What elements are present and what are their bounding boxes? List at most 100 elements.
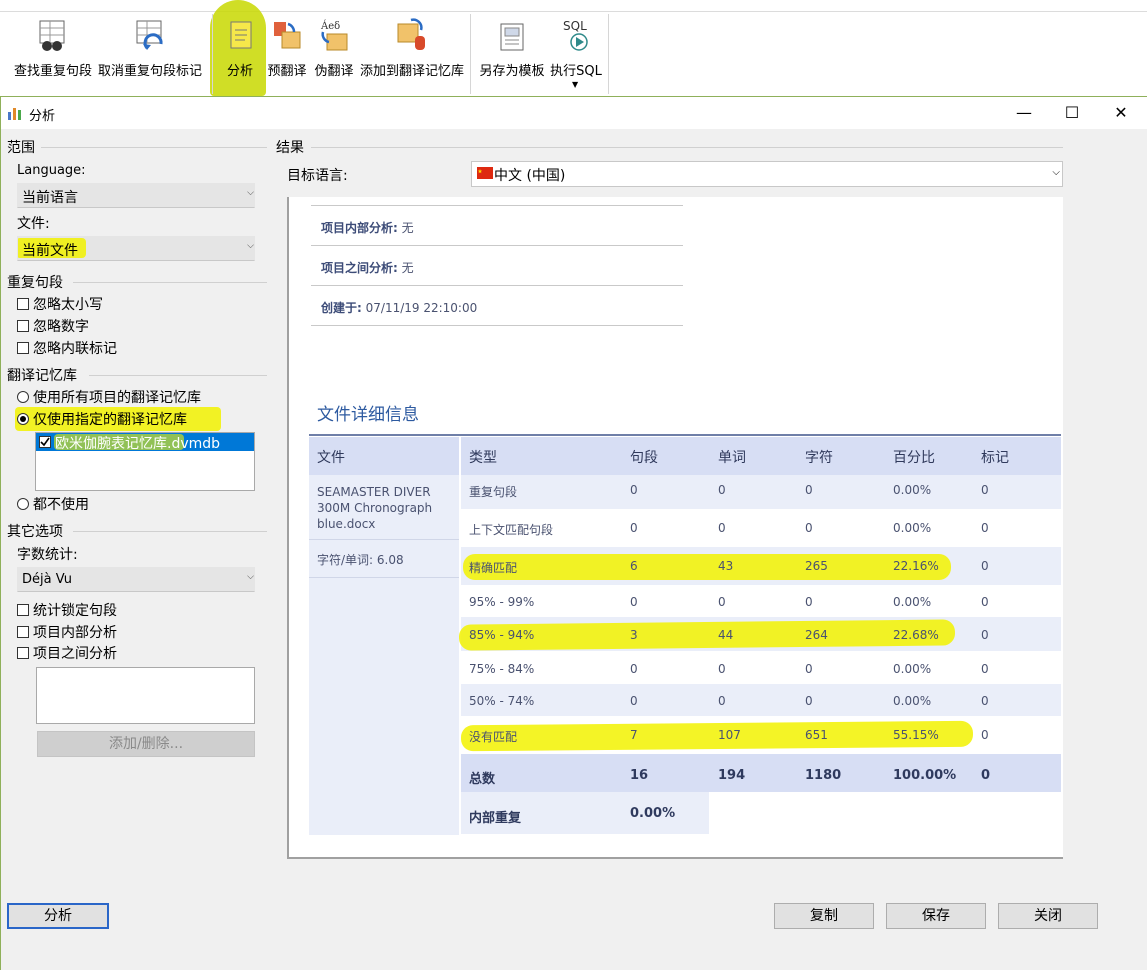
file-label: 文件: — [17, 216, 50, 232]
maximize-button[interactable]: ☐ — [1049, 101, 1095, 125]
file-select[interactable]: 当前文件 ⌵ — [17, 236, 255, 261]
row-type-cell: 上下文匹配句段 — [469, 523, 554, 537]
table-cell: 0.00% — [893, 595, 932, 609]
pretranslate-button[interactable]: 预翻译 — [264, 14, 310, 92]
pseudo-translate-button[interactable]: Áeδ 伪翻译 — [310, 14, 358, 92]
table-cell: 264 — [805, 628, 828, 642]
language-select[interactable]: 当前语言 ⌵ — [17, 183, 255, 208]
ignore-numbers-checkbox[interactable] — [17, 320, 29, 332]
table-cell: 0 — [718, 483, 726, 497]
unmark-duplicates-button[interactable]: 取消重复句段标记 — [96, 14, 204, 92]
sql-icon-text: SQL — [563, 19, 587, 33]
table-cell: 0.00% — [893, 483, 932, 497]
use-specified-memory-label: 仅使用指定的翻译记忆库 — [33, 412, 187, 428]
internal-analysis-checkbox[interactable] — [17, 626, 29, 638]
unmark-duplicates-icon — [136, 20, 163, 50]
table-cell: 6 — [630, 559, 638, 573]
scope-heading: 范围 — [7, 140, 35, 156]
table-row — [461, 585, 1061, 617]
save-button[interactable]: 保存 — [886, 903, 986, 929]
row-type-cell: 重复句段 — [469, 485, 518, 499]
table-cell: 0 — [630, 662, 638, 676]
table-cell: 0 — [805, 662, 813, 676]
target-language-select[interactable]: 中文 (中国) ⌵ — [471, 161, 1063, 187]
meta-divider — [311, 205, 683, 206]
file-column-divider — [309, 577, 459, 578]
table-row — [461, 684, 1061, 716]
file-name-line: 300M Chronograph — [317, 501, 433, 515]
add-to-memory-icon — [397, 18, 425, 50]
find-duplicates-button[interactable]: 查找重复句段 — [10, 14, 96, 92]
analyze-icon — [230, 21, 252, 49]
chevron-down-icon: ⌵ — [247, 572, 254, 582]
cross-project-analysis-checkbox[interactable] — [17, 647, 29, 659]
checkmark-icon — [40, 437, 50, 447]
exact-match-highlight-mark — [463, 554, 951, 580]
column-header: 类型 — [469, 450, 497, 466]
total-label-cell: 总数 — [469, 772, 496, 787]
sql-icon: SQL — [563, 19, 588, 51]
copy-button[interactable]: 复制 — [774, 903, 874, 929]
use-specified-memory-radio[interactable] — [17, 413, 29, 425]
analyze-button[interactable]: 分析 — [7, 903, 109, 929]
table-cell: 107 — [718, 728, 741, 742]
count-locked-label: 统计锁定句段 — [33, 603, 117, 619]
language-select-value: 当前语言 — [22, 190, 78, 206]
use-none-radio[interactable] — [17, 498, 29, 510]
ignore-case-checkbox[interactable] — [17, 298, 29, 310]
unmark-duplicates-label: 取消重复句段标记 — [97, 64, 202, 79]
internal-dup-value: 0.00% — [630, 806, 676, 821]
file-header-label: 文件 — [317, 450, 345, 466]
memory-item-checkbox[interactable] — [39, 436, 51, 448]
table-cell: 7 — [630, 728, 638, 742]
chevron-down-icon[interactable]: ▼ — [572, 80, 578, 89]
project-list[interactable] — [36, 667, 255, 724]
row-type-cell: 50% - 74% — [469, 694, 535, 708]
meta-key: 项目之间分析: — [321, 261, 398, 275]
table-cell: 43 — [718, 559, 734, 573]
column-header: 字符 — [805, 450, 833, 466]
ignore-inline-tags-checkbox[interactable] — [17, 342, 29, 354]
results-divider — [311, 147, 1063, 148]
meta-divider — [311, 245, 683, 246]
created-meta: 创建于: 07/11/19 22:10:00 — [321, 299, 477, 316]
table-cell: 0 — [805, 483, 813, 497]
row-type-cell: 没有匹配 — [469, 730, 518, 744]
find-duplicates-icon — [39, 20, 65, 51]
table-cell: 0 — [805, 694, 813, 708]
memory-divider — [89, 375, 267, 376]
table-cell: 0 — [981, 694, 989, 708]
table-cell: 0 — [630, 521, 638, 535]
add-to-memory-label: 添加到翻译记忆库 — [359, 64, 464, 79]
word-count-label: 字数统计: — [17, 547, 78, 563]
save-template-button[interactable]: 另存为模板 — [476, 14, 548, 92]
word-count-select[interactable]: Déjà Vu ⌵ — [17, 567, 255, 592]
close-window-button[interactable]: ✕ — [1098, 101, 1144, 125]
add-to-memory-button[interactable]: 添加到翻译记忆库 — [358, 14, 466, 92]
table-cell: 0 — [718, 595, 726, 609]
table-cell: 0 — [981, 662, 989, 676]
meta-key: 创建于: — [321, 301, 362, 315]
internal-analysis-meta: 项目内部分析: 无 — [321, 219, 414, 236]
count-locked-checkbox[interactable] — [17, 604, 29, 616]
memory-list-item[interactable]: 欧米伽腕表记忆库.dvmdb — [36, 433, 254, 452]
results-panel: 项目内部分析: 无 项目之间分析: 无 创建于: 07/11/19 22:10:… — [287, 197, 1063, 859]
analysis-app-icon — [8, 108, 21, 120]
meta-value: 07/11/19 22:10:00 — [365, 301, 478, 315]
file-column-divider — [309, 539, 459, 540]
use-all-memories-radio[interactable] — [17, 391, 29, 403]
internal-dup-label: 内部重复 — [469, 811, 522, 826]
memory-list[interactable]: 欧米伽腕表记忆库.dvmdb — [35, 432, 255, 491]
meta-divider — [311, 285, 683, 286]
duplicates-heading: 重复句段 — [7, 275, 63, 291]
file-select-value: 当前文件 — [22, 243, 78, 259]
column-header: 百分比 — [893, 450, 935, 466]
add-remove-button[interactable]: 添加/删除... — [37, 731, 255, 757]
pretranslate-icon — [274, 22, 301, 49]
column-header: 单词 — [718, 450, 746, 466]
table-row — [461, 651, 1061, 684]
total-row — [461, 754, 1061, 792]
analyze-ribbon-button[interactable]: 分析 — [216, 14, 264, 92]
minimize-button[interactable]: — — [1001, 101, 1047, 125]
close-button[interactable]: 关闭 — [998, 903, 1098, 929]
